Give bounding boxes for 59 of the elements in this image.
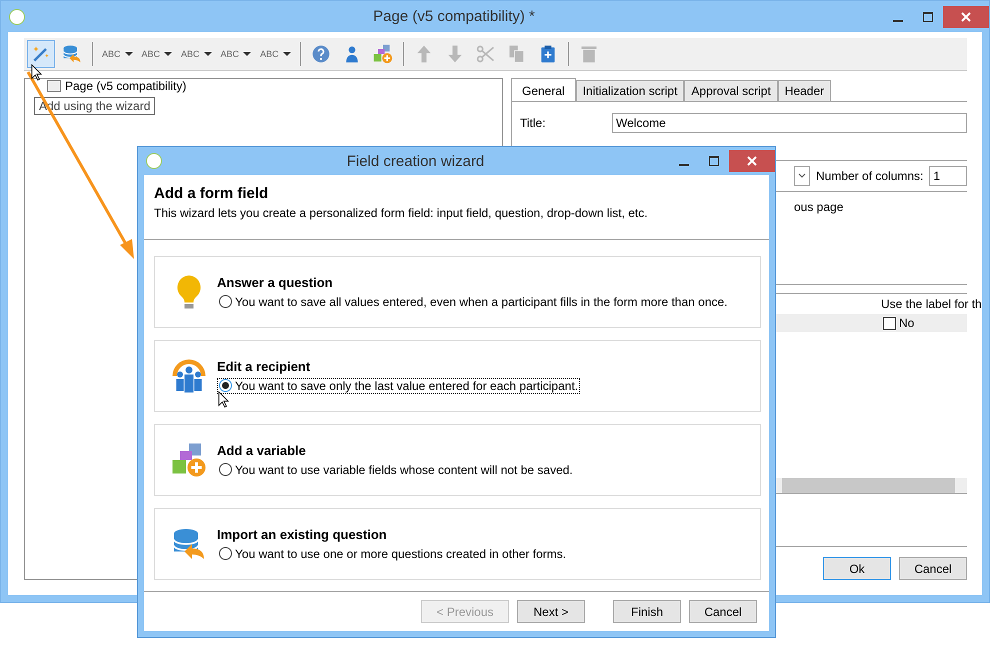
- columns-field[interactable]: 1: [929, 166, 967, 186]
- radio-option[interactable]: You want to save only the last value entered for each participant.: [217, 378, 580, 394]
- trash-icon: [578, 44, 599, 64]
- option-label: ous page: [794, 200, 844, 214]
- wand-icon: [31, 44, 51, 64]
- radio-option[interactable]: You want to use variable fields whose content will not be saved.: [217, 462, 575, 478]
- close-icon: [961, 12, 971, 22]
- minimize-icon: [893, 20, 903, 22]
- dialog-button[interactable]: Cancel: [899, 557, 967, 580]
- help-icon: [310, 44, 331, 64]
- maximize-icon: [709, 156, 719, 166]
- wizard-button[interactable]: Finish: [613, 600, 681, 623]
- tab[interactable]: Approval script: [684, 80, 778, 101]
- format-dropdown[interactable]: ABC: [99, 40, 136, 68]
- tab[interactable]: General: [511, 78, 576, 101]
- option-title: Edit a recipient: [217, 358, 312, 374]
- radio-option[interactable]: You want to use one or more questions created in other forms.: [217, 546, 568, 562]
- option-title: Import an existing question: [217, 526, 388, 542]
- app-icon: [9, 8, 25, 24]
- app-icon: [146, 153, 162, 169]
- wizard-description: This wizard lets you create a personalized form field: input field, question, drop-down list, etc.: [154, 206, 649, 220]
- checkbox-label: No: [899, 316, 914, 330]
- database-arrow-icon: [171, 526, 207, 562]
- people-icon: [171, 358, 207, 394]
- option-title: Answer a question: [217, 274, 334, 290]
- cursor-icon: [31, 64, 42, 81]
- tree-item[interactable]: Page (v5 compatibility): [65, 79, 186, 93]
- window-title: Page (v5 compatibility) *: [372, 8, 536, 25]
- column-header: Use the label for th: [881, 297, 982, 311]
- field-label: Number of columns:: [816, 169, 924, 183]
- page-icon: [47, 80, 61, 92]
- format-dropdown[interactable]: ABC: [257, 40, 294, 68]
- field-label: Title:: [519, 116, 547, 130]
- tab[interactable]: Initialization script: [576, 80, 684, 101]
- dialog-title: Field creation wizard: [346, 152, 486, 170]
- format-dropdown[interactable]: ABC: [218, 40, 254, 68]
- format-dropdown[interactable]: ABC: [178, 40, 215, 68]
- database-arrow-icon: [62, 44, 82, 64]
- radio-option[interactable]: You want to save all values entered, even when a participant fills in the form more than once.: [217, 294, 730, 310]
- wizard-heading: Add a form field: [154, 185, 270, 202]
- maximize-icon: [923, 12, 933, 22]
- cursor-icon: [218, 391, 229, 408]
- format-dropdown[interactable]: ABC: [138, 40, 176, 68]
- toolbar-button[interactable]: [27, 40, 55, 68]
- checkbox[interactable]: [883, 316, 896, 330]
- option-title: Add a variable: [217, 442, 307, 458]
- wizard-button[interactable]: Next >: [517, 600, 585, 623]
- wizard-button[interactable]: Cancel: [689, 600, 757, 623]
- dialog-button[interactable]: Ok: [823, 557, 891, 580]
- minimize-icon: [679, 164, 689, 166]
- shapes-plus-icon: [171, 442, 207, 478]
- scissors-icon: [476, 44, 496, 64]
- scrollbar-thumb[interactable]: [782, 478, 955, 493]
- close-button[interactable]: [943, 6, 989, 28]
- tab[interactable]: Header: [778, 80, 832, 101]
- close-button[interactable]: [729, 150, 775, 172]
- title-field[interactable]: Welcome: [612, 113, 967, 133]
- close-icon: [747, 156, 757, 166]
- shapes-plus-icon: [372, 44, 393, 64]
